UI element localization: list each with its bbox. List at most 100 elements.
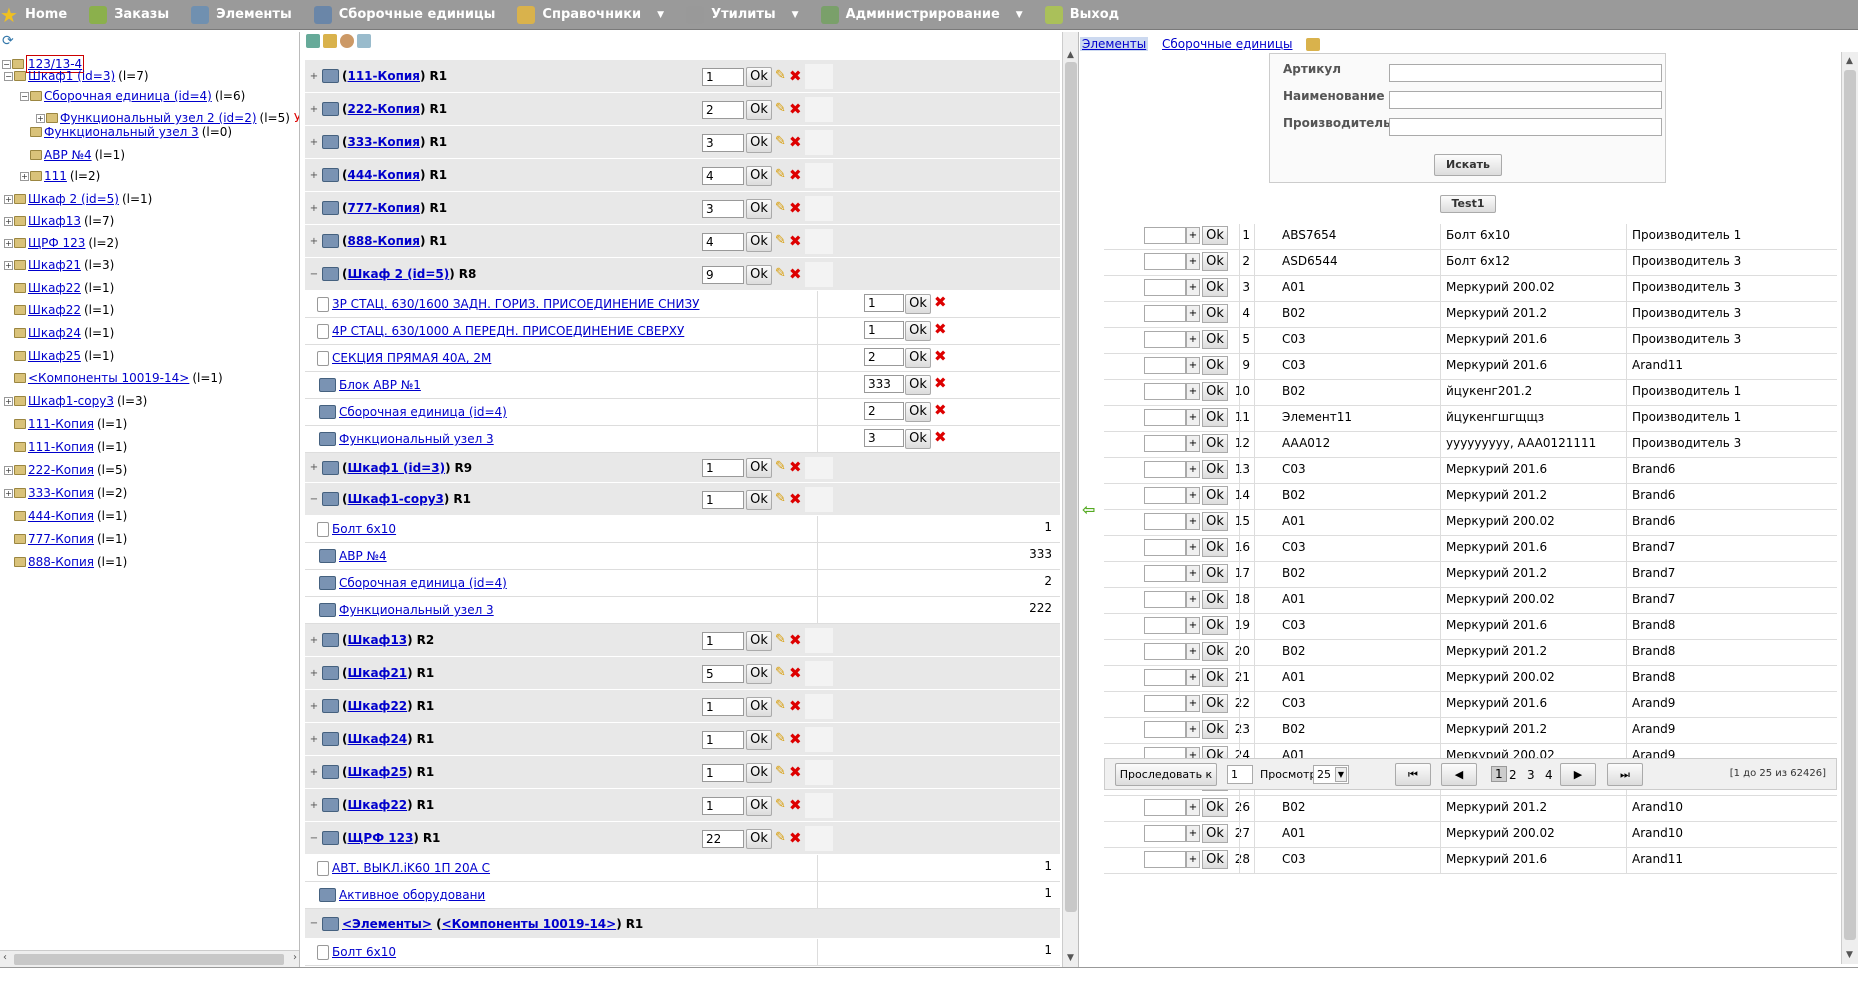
expand-icon[interactable]: + [309, 767, 319, 778]
tree-node[interactable]: + Шкаф1-copy3 (l=3) [4, 393, 147, 409]
maker-input[interactable] [1389, 118, 1662, 136]
expand-icon[interactable]: + [4, 260, 13, 270]
tree-node[interactable]: 888-Копия (l=1) [4, 554, 127, 570]
tree-node[interactable]: 111-Копия (l=1) [4, 416, 127, 432]
item-link[interactable]: 4P СТАЦ. 630/1000 А ПЕРЕДН. ПРИСОЕДИНЕНИ… [332, 324, 684, 338]
tree-node[interactable]: 777-Копия (l=1) [4, 531, 127, 547]
group-link[interactable]: 777-Копия [347, 201, 420, 215]
prev-page-icon[interactable]: ◀ [1441, 763, 1477, 786]
tree-node[interactable]: + ЩРФ 123 (l=2) [4, 235, 119, 251]
page-link[interactable]: 3 [1527, 768, 1535, 782]
expand-icon[interactable]: + [309, 104, 319, 115]
expand-icon[interactable]: + [309, 462, 319, 473]
view-icon[interactable] [340, 34, 354, 48]
expand-icon[interactable]: + [20, 171, 29, 181]
expand-icon[interactable]: + [4, 194, 13, 204]
group-link[interactable]: 888-Копия [347, 234, 420, 248]
group-link[interactable]: Шкаф13 [347, 633, 407, 647]
tree-node-link[interactable]: Функциональный узел 3 [44, 124, 199, 140]
tree-node[interactable]: +111 (l=2) [20, 168, 100, 184]
item-link[interactable]: Активное оборудовани [339, 888, 485, 902]
tree-node[interactable]: +222-Копия (l=5) [4, 462, 127, 478]
nav-item-3[interactable]: Сборочные единицы [313, 5, 495, 24]
tree-node-link[interactable]: 222-Копия [28, 462, 94, 478]
tree-node-link[interactable]: Шкаф21 [28, 257, 81, 273]
tree-node[interactable]: + Шкаф13 (l=7) [4, 213, 114, 229]
tree-node[interactable]: − Сборочная единица (id=4) (l=6) [20, 88, 245, 104]
tree-node-link[interactable]: Шкаф13 [28, 213, 81, 229]
tree-node-link[interactable]: Шкаф1 (id=3) [28, 68, 115, 84]
expand-icon[interactable]: + [4, 465, 13, 475]
tree-node[interactable]: 111-Копия (l=1) [4, 439, 127, 455]
expand-icon[interactable]: + [309, 668, 319, 679]
tree-node-link[interactable]: 111-Копия [28, 416, 94, 432]
group-link[interactable]: Шкаф22 [347, 798, 407, 812]
tree-node-link[interactable]: АВР №4 [44, 147, 92, 163]
nav-item-6[interactable]: Администрирование ▼ [820, 5, 1023, 24]
expand-icon[interactable]: + [309, 635, 319, 646]
expand-icon[interactable]: + [4, 396, 13, 406]
box-icon[interactable] [323, 34, 337, 48]
nav-item-5[interactable]: Утилиты ▼ [686, 5, 799, 24]
item-link[interactable]: Сборочная единица (id=4) [339, 576, 507, 590]
nav-item-4[interactable]: Справочники ▼ [517, 5, 664, 24]
goto-page-input[interactable]: 1 [1227, 765, 1253, 784]
tree-node-link[interactable]: Шкаф25 [28, 348, 81, 364]
tree-node-link[interactable]: 888-Копия [28, 554, 94, 570]
expand-icon[interactable]: + [309, 734, 319, 745]
name-input[interactable] [1389, 91, 1662, 109]
collapse-icon[interactable]: − [4, 71, 13, 81]
tab-elements[interactable]: Элементы [1080, 37, 1149, 51]
group-link[interactable]: ЩРФ 123 [347, 831, 413, 845]
group-link[interactable]: 444-Копия [347, 168, 420, 182]
group-link[interactable]: Шкаф24 [347, 732, 407, 746]
tree-node-link[interactable]: Шкаф22 [28, 302, 81, 318]
group-link[interactable]: Шкаф21 [347, 666, 407, 680]
right-vertical-scrollbar[interactable]: ▲ ▼ [1841, 52, 1858, 964]
expand-icon[interactable]: + [4, 488, 13, 498]
collapse-icon[interactable]: − [309, 494, 319, 505]
tree-node[interactable]: Шкаф22 (l=1) [4, 302, 114, 318]
mid-vertical-scrollbar[interactable]: ▲ ▼ [1062, 32, 1078, 967]
nav-item-2[interactable]: Элементы [191, 5, 292, 24]
tree-node[interactable]: Шкаф22 (l=1) [4, 280, 114, 296]
tree-node[interactable]: +333-Копия (l=2) [4, 485, 127, 501]
tree-node-link[interactable]: <Компоненты 10019-14> [28, 370, 189, 386]
tree-node[interactable]: + Шкаф 2 (id=5) (l=1) [4, 191, 152, 207]
test1-button[interactable]: Test1 [1440, 195, 1496, 213]
first-page-icon[interactable]: ⏮ [1395, 763, 1431, 786]
tree-node-link[interactable]: 111-Копия [28, 439, 94, 455]
tree-node-link[interactable]: 111 [44, 168, 67, 184]
collapse-icon[interactable]: − [309, 833, 319, 844]
page-size-select[interactable]: 25 ▼ [1313, 765, 1349, 784]
group-link[interactable]: 111-Копия [347, 69, 420, 83]
sort-icon[interactable] [306, 34, 320, 48]
nav-item-1[interactable]: Заказы [89, 5, 169, 24]
tree-node[interactable]: Функциональный узел 3 (l=0) [20, 124, 232, 140]
item-link[interactable]: 3P СТАЦ. 630/1600 ЗАДН. ГОРИЗ. ПРИСОЕДИН… [332, 297, 699, 311]
filter-icon[interactable] [357, 34, 371, 48]
item-link[interactable]: Болт 6x10 [332, 522, 396, 536]
expand-icon[interactable]: + [309, 800, 319, 811]
tree-node[interactable]: <Компоненты 10019-14> (l=1) [4, 370, 223, 386]
group-link[interactable]: <Элементы> [342, 917, 432, 931]
group-link[interactable]: Шкаф22 [347, 699, 407, 713]
page-link[interactable]: 1 [1491, 766, 1507, 782]
tree-node-link[interactable]: 333-Копия [28, 485, 94, 501]
tree-node[interactable]: АВР №4 (l=1) [20, 147, 125, 163]
tree-node-link[interactable]: ЩРФ 123 [28, 235, 85, 251]
tree-node[interactable]: 444-Копия (l=1) [4, 508, 127, 524]
expand-icon[interactable]: + [309, 137, 319, 148]
group-link[interactable]: Шкаф1 (id=3) [347, 461, 445, 475]
item-link[interactable]: АВТ. ВЫКЛ.iK60 1П 20А C [332, 861, 490, 875]
group-link[interactable]: 333-Копия [347, 135, 420, 149]
item-link[interactable]: Болт 6x10 [332, 945, 396, 959]
expand-icon[interactable]: + [4, 238, 13, 248]
expand-icon[interactable]: + [309, 236, 319, 247]
article-input[interactable] [1389, 64, 1662, 82]
collapse-icon[interactable]: − [309, 269, 319, 280]
page-link[interactable]: 4 [1545, 768, 1553, 782]
tree-node-link[interactable]: 777-Копия [28, 531, 94, 547]
tree-node-link[interactable]: Шкаф 2 (id=5) [28, 191, 119, 207]
page-link[interactable]: 2 [1509, 768, 1517, 782]
